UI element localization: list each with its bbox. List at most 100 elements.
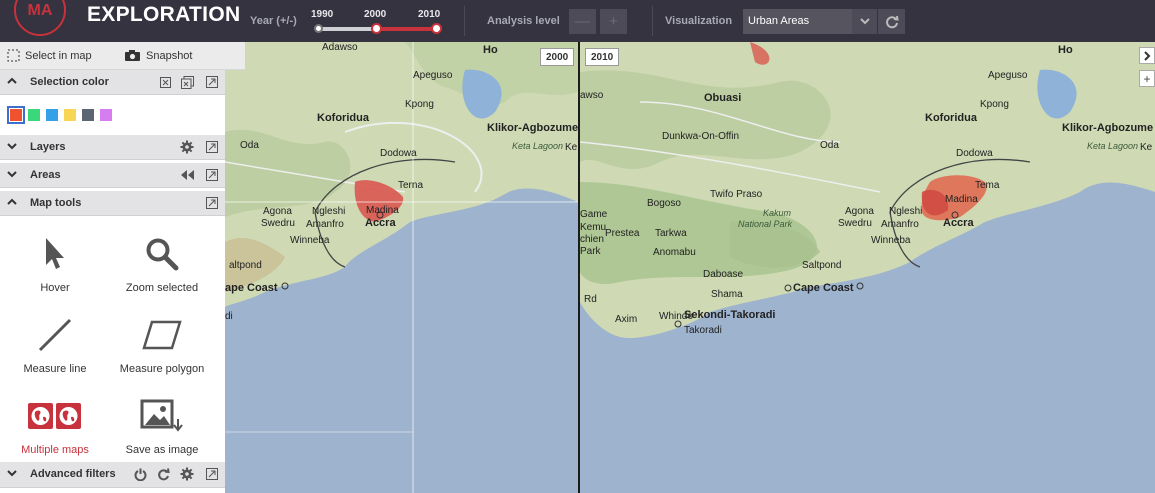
map-label: Anomabu [653, 247, 696, 258]
tool-measure-line[interactable]: Measure line [0, 313, 110, 375]
map-label: Winneba [871, 235, 911, 246]
map-left[interactable]: Adawso Ho Apeguso Kpong Koforidua Klikor… [225, 42, 578, 493]
map-label: Keta Lagoon [512, 141, 564, 151]
panel-toolbar: Select in map Snapshot [0, 42, 245, 70]
map-label: Apeguso [413, 70, 453, 81]
map-label: Amanfro [306, 219, 344, 230]
analysis-level-decrease-button[interactable]: — [569, 9, 596, 34]
chevron-right-icon [1143, 50, 1150, 61]
map-label: Takoradi [684, 325, 722, 336]
zoom-in-button[interactable]: + [1139, 70, 1155, 87]
year-tick-2010: 2010 [418, 9, 441, 20]
map-label: Winneba [290, 235, 330, 246]
popout-icon[interactable] [205, 196, 219, 210]
tool-zoom-selected[interactable]: Zoom selected [107, 232, 217, 294]
year-slider-handle-2000[interactable] [371, 23, 382, 34]
map-label: Dunkwa-On-Offin [662, 131, 740, 142]
section-title: Map tools [30, 197, 82, 209]
map-label: Dodowa [956, 148, 993, 159]
map-label: Bogoso [647, 198, 681, 209]
power-icon[interactable] [133, 467, 147, 481]
map-label: Swedru [261, 218, 295, 229]
tool-save-image[interactable]: Save as image [107, 394, 217, 456]
gear-icon[interactable] [180, 467, 194, 481]
snapshot-button[interactable]: Snapshot [124, 49, 192, 62]
map-label: Shama [711, 289, 743, 300]
section-advanced-filters[interactable]: Advanced filters [0, 462, 225, 488]
tool-measure-polygon[interactable]: Measure polygon [107, 313, 217, 375]
year-slider[interactable] [314, 23, 442, 34]
app-logo[interactable]: MA [14, 0, 66, 36]
analysis-level-increase-button[interactable]: + [600, 9, 627, 34]
map-label: Klikor-Agbozume [487, 122, 578, 134]
color-swatch-yellow[interactable] [64, 109, 76, 121]
chevron-up-icon [7, 77, 17, 84]
chevron-down-icon [859, 18, 870, 25]
map-label: ape Coast [225, 282, 278, 294]
map-label: Klikor-Agbozume [1062, 122, 1154, 134]
tool-multiple-maps[interactable]: Multiple maps [0, 394, 110, 456]
map-label: Daboase [703, 269, 744, 280]
section-selection-color[interactable]: Selection color [0, 70, 225, 95]
refresh-button[interactable] [878, 9, 905, 34]
color-swatch-green[interactable] [28, 109, 40, 121]
map-label: Madina [366, 205, 399, 216]
visualization-select[interactable]: Urban Areas [743, 9, 852, 34]
year-slider-handle-2010[interactable] [431, 23, 442, 34]
globes-icon [28, 403, 81, 429]
chevron-down-icon [7, 171, 17, 178]
map-label: Cape Coast [793, 282, 854, 294]
section-map-tools[interactable]: Map tools [0, 191, 225, 216]
top-bar: MA EXPLORATION Year (+/-) 1990 2000 2010… [0, 0, 1155, 42]
popout-icon[interactable] [205, 467, 219, 481]
popout-icon[interactable] [205, 140, 219, 154]
clear-all-icon[interactable] [180, 75, 194, 89]
map-label: Kpong [980, 99, 1009, 110]
section-title: Selection color [30, 76, 109, 88]
map-label: Ngleshi [312, 206, 346, 217]
map-right-canvas [580, 42, 1155, 338]
plus-icon: + [1143, 71, 1151, 86]
section-areas[interactable]: Areas [0, 163, 225, 188]
map-label: Ho [483, 44, 498, 56]
map-label: Kakum [763, 208, 792, 218]
expand-right-button[interactable] [1139, 47, 1155, 64]
map-label: Tarkwa [655, 228, 687, 239]
visualization-dropdown-button[interactable] [852, 9, 877, 34]
popout-icon[interactable] [205, 168, 219, 182]
map-label: Accra [943, 217, 974, 229]
map-label: Ho [1058, 44, 1073, 56]
map-label: Agona [845, 206, 874, 217]
tool-label: Save as image [125, 444, 199, 456]
map-label: Ke [1140, 142, 1153, 153]
selection-box-icon [7, 49, 20, 62]
clear-selection-icon[interactable] [158, 75, 172, 89]
map-label: Amanfro [881, 219, 919, 230]
year-slider-handle-min[interactable] [314, 24, 323, 33]
map-label: Ke [565, 142, 578, 153]
map-label: Terna [398, 180, 424, 191]
left-panel: Select in map Snapshot Selection color L… [0, 42, 245, 493]
color-swatch-blue[interactable] [46, 109, 58, 121]
map-label: awso [580, 90, 604, 101]
gear-icon[interactable] [180, 140, 194, 154]
section-layers[interactable]: Layers [0, 135, 225, 160]
map-label: Kpong [405, 99, 434, 110]
polygon-icon [142, 320, 182, 350]
color-swatch-gray[interactable] [82, 109, 94, 121]
map-right[interactable]: awso Ho Apeguso Obuasi Kpong Koforidua K… [580, 42, 1155, 493]
select-in-map-button[interactable]: Select in map [7, 49, 92, 62]
map-label: Kemu [580, 222, 607, 233]
year-tick-2000: 2000 [364, 9, 387, 20]
refresh-icon[interactable] [156, 467, 170, 481]
popout-icon[interactable] [205, 75, 219, 89]
map-left-year-tag: 2000 [540, 48, 575, 66]
tool-hover[interactable]: Hover [0, 232, 110, 294]
tool-label: Hover [40, 282, 70, 294]
map-label: Game [580, 209, 608, 220]
map-label: Adawso [322, 42, 358, 53]
color-swatch-red[interactable] [7, 106, 25, 124]
rewind-icon[interactable] [180, 168, 194, 182]
map-left-canvas [225, 42, 578, 493]
color-swatch-violet[interactable] [100, 109, 112, 121]
